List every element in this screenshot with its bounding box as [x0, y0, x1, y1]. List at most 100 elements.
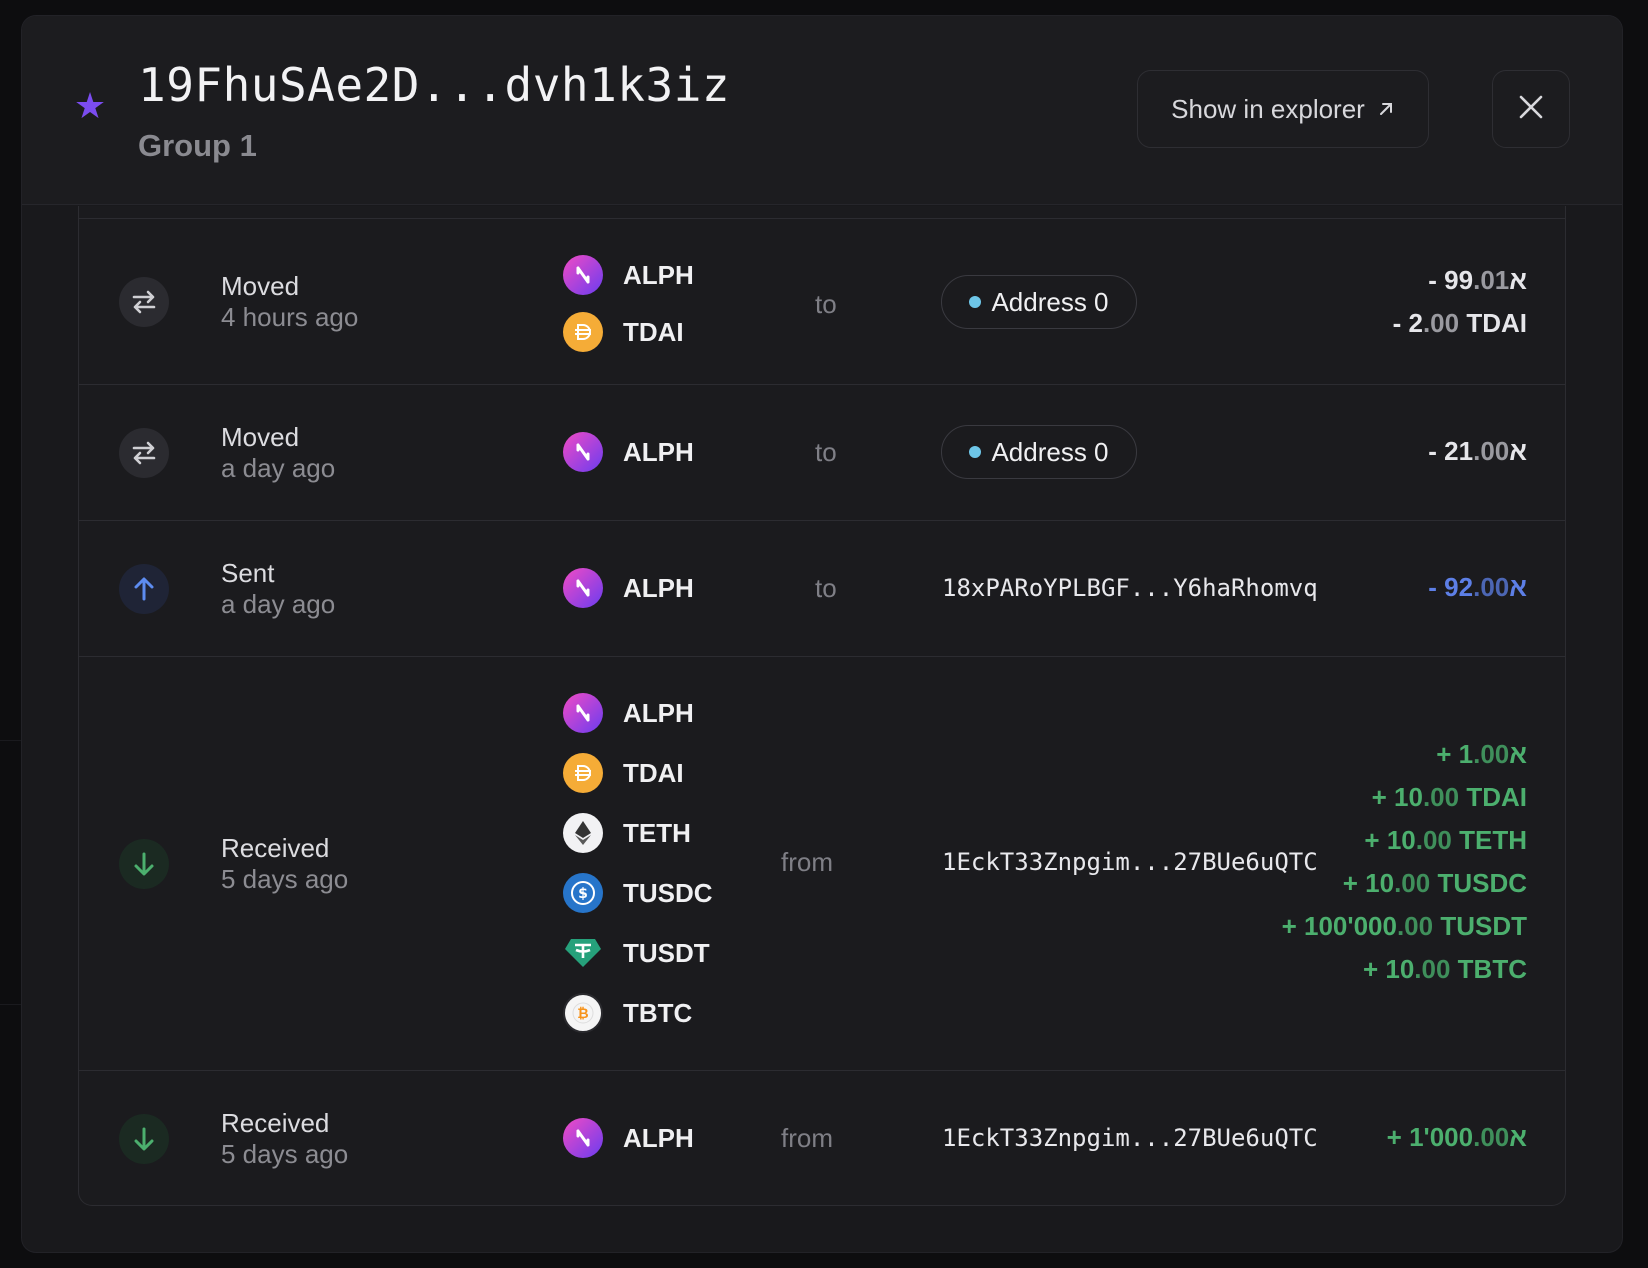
- counterparty-address[interactable]: 1EckT33Znpgim...27BUe6uQTC: [942, 848, 1318, 876]
- arrow-down-icon: [119, 839, 169, 889]
- transaction-row[interactable]: Moved a day ago ALPH to Address 0 - 21.0…: [79, 384, 1565, 520]
- direction-label: to: [815, 573, 837, 603]
- asset-name: TBTC: [623, 997, 693, 1028]
- alph-token-icon: [563, 255, 603, 295]
- asset-name: TETH: [623, 817, 691, 848]
- ethereum-token-icon: [563, 813, 603, 853]
- transaction-row[interactable]: Sent a day ago ALPH to 18xPARoYPLBGF...Y…: [79, 520, 1565, 656]
- asset-name: ALPH: [623, 436, 694, 467]
- alph-token-icon: [563, 432, 603, 472]
- asset-alph: ALPH: [563, 1118, 694, 1158]
- amount-list: - 21.00א: [1428, 430, 1527, 473]
- asset-name: TDAI: [623, 757, 684, 788]
- svg-text:$: $: [578, 886, 588, 902]
- asset-name: TDAI: [623, 316, 684, 347]
- transaction-list: Moved 4 hours ago ALPH TDAI to Address 0…: [78, 206, 1566, 1206]
- address-details-modal: ★ 19FhuSAe2D...dvh1k3iz Group 1 Show in …: [22, 16, 1622, 1252]
- modal-header: ★ 19FhuSAe2D...dvh1k3iz Group 1 Show in …: [22, 16, 1622, 205]
- amount-list: + 1.00א + 10.00 TDAI + 10.00 TETH + 10.0…: [1282, 733, 1527, 991]
- show-in-explorer-label: Show in explorer: [1171, 93, 1365, 124]
- close-icon: [1518, 90, 1544, 129]
- asset-name: TUSDT: [623, 937, 710, 968]
- asset-name: ALPH: [623, 572, 694, 603]
- backdrop-divider: [0, 740, 22, 741]
- close-button[interactable]: [1492, 70, 1570, 148]
- amount: - 2.00 TDAI: [1392, 308, 1527, 338]
- address-title: 19FhuSAe2D...dvh1k3iz: [138, 58, 731, 112]
- arrow-up-icon: [119, 564, 169, 614]
- counterparty-address[interactable]: 1EckT33Znpgim...27BUe6uQTC: [942, 1124, 1318, 1152]
- amount: - 21.00א: [1428, 436, 1527, 466]
- show-in-explorer-button[interactable]: Show in explorer: [1137, 70, 1429, 148]
- transaction-row[interactable]: Received 5 days ago ALPH from 1EckT33Znp…: [79, 1070, 1565, 1206]
- transaction-type: Received: [221, 1108, 330, 1138]
- transaction-row[interactable]: Received 5 days ago ALPH TDAI TETH $ TUS…: [79, 656, 1565, 1070]
- dai-token-icon: [563, 312, 603, 352]
- amount: + 1'000.00א: [1386, 1122, 1527, 1152]
- swap-arrows-icon: [119, 428, 169, 478]
- external-arrow-icon: [1377, 94, 1395, 125]
- transaction-time: a day ago: [221, 589, 336, 619]
- direction-label: to: [815, 437, 837, 467]
- direction-label: from: [781, 1123, 833, 1153]
- transaction-label: Moved a day ago: [221, 422, 335, 484]
- amount: + 10.00 TETH: [1364, 825, 1527, 855]
- transaction-row[interactable]: Moved 4 hours ago ALPH TDAI to Address 0…: [79, 218, 1565, 384]
- transaction-time: 4 hours ago: [221, 302, 359, 332]
- asset-alph: ALPH: [563, 432, 694, 472]
- arrow-down-icon: [119, 1114, 169, 1164]
- transaction-time: 5 days ago: [221, 1139, 349, 1169]
- asset-name: ALPH: [623, 1122, 694, 1153]
- direction-label: to: [815, 289, 837, 319]
- amount: + 100'000.00 TUSDT: [1281, 911, 1527, 941]
- transaction-label: Sent a day ago: [221, 558, 335, 620]
- alph-token-icon: [563, 1118, 603, 1158]
- address-name: Address 0: [991, 286, 1109, 317]
- asset-tdai: TDAI: [563, 312, 684, 352]
- alph-token-icon: [563, 568, 603, 608]
- backdrop-divider: [0, 1004, 22, 1005]
- transaction-type: Received: [221, 833, 330, 863]
- usdc-token-icon: $: [563, 873, 603, 913]
- asset-tbtc: ₿ TBTC: [563, 993, 692, 1033]
- amount-list: + 1'000.00א: [1387, 1116, 1527, 1159]
- address-badge[interactable]: Address 0: [941, 425, 1137, 479]
- transaction-label: Received 5 days ago: [221, 1108, 348, 1170]
- amount: - 99.01א: [1428, 265, 1527, 295]
- alph-token-icon: [563, 693, 603, 733]
- amount: + 1.00א: [1436, 739, 1527, 769]
- transaction-time: a day ago: [221, 453, 336, 483]
- dai-token-icon: [563, 753, 603, 793]
- amount-list: - 99.01א - 2.00 TDAI: [1393, 259, 1527, 345]
- address-name: Address 0: [991, 436, 1109, 467]
- asset-name: ALPH: [623, 697, 694, 728]
- transaction-label: Moved 4 hours ago: [221, 271, 358, 333]
- amount: + 10.00 TBTC: [1362, 954, 1527, 984]
- asset-alph: ALPH: [563, 693, 694, 733]
- asset-name: TUSDC: [623, 877, 713, 908]
- transaction-type: Moved: [221, 271, 300, 301]
- counterparty-address[interactable]: 18xPARoYPLBGF...Y6haRhomvq: [942, 574, 1318, 602]
- asset-tdai: TDAI: [563, 753, 684, 793]
- address-badge[interactable]: Address 0: [941, 275, 1137, 329]
- amount: + 10.00 TUSDC: [1342, 868, 1527, 898]
- asset-teth: TETH: [563, 813, 691, 853]
- star-icon: ★: [73, 85, 107, 126]
- tether-token-icon: [563, 933, 603, 973]
- svg-text:₿: ₿: [577, 1006, 588, 1022]
- amount: - 92.00א: [1428, 572, 1527, 602]
- asset-alph: ALPH: [563, 255, 694, 295]
- swap-arrows-icon: [119, 277, 169, 327]
- transaction-time: 5 days ago: [221, 864, 349, 894]
- asset-name: ALPH: [623, 259, 694, 290]
- direction-label: from: [781, 847, 833, 877]
- transaction-type: Sent: [221, 558, 275, 588]
- address-color-dot: [969, 296, 982, 308]
- transaction-label: Received 5 days ago: [221, 833, 348, 895]
- address-group: Group 1: [138, 128, 257, 163]
- asset-tusdt: TUSDT: [563, 933, 710, 973]
- address-color-dot: [969, 446, 982, 458]
- asset-alph: ALPH: [563, 568, 694, 608]
- asset-tusdc: $ TUSDC: [563, 873, 713, 913]
- bitcoin-token-icon: ₿: [563, 993, 603, 1033]
